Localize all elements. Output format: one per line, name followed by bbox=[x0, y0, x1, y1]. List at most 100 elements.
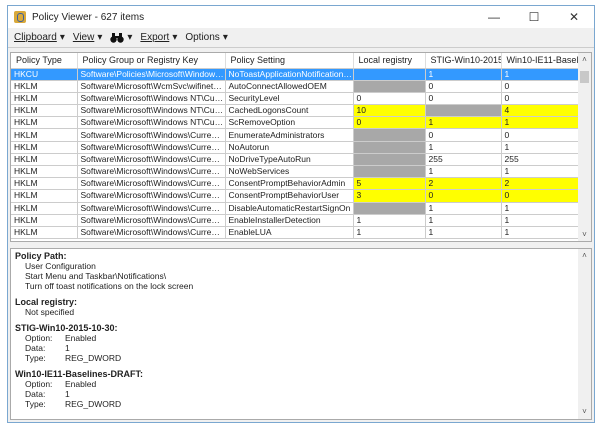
local-registry-cell bbox=[353, 153, 425, 165]
local-registry-cell: 5 bbox=[353, 178, 425, 190]
local-registry-label: Local registry: bbox=[15, 297, 587, 307]
column-header-stig[interactable]: STIG-Win10-2015-10-30 bbox=[425, 53, 501, 68]
options-menu[interactable]: Options▾ bbox=[185, 32, 228, 43]
table-row[interactable]: HKLMSoftware\Microsoft\Windows NT\Curren… bbox=[11, 117, 579, 129]
maximize-button[interactable]: ☐ bbox=[514, 10, 554, 24]
local-registry-value: Not specified bbox=[15, 307, 587, 317]
stig-cell: 1 bbox=[425, 68, 501, 80]
registry-key-cell: Software\Policies\Microsoft\Windows\Curr… bbox=[77, 68, 225, 80]
local-registry-cell bbox=[353, 202, 425, 214]
table-row[interactable]: HKLMSoftware\Microsoft\Windows\CurrentVe… bbox=[11, 226, 579, 238]
title-bar: Policy Viewer - 627 items — ☐ ✕ bbox=[8, 6, 594, 28]
table-row[interactable]: HKCUSoftware\Policies\Microsoft\Windows\… bbox=[11, 68, 579, 80]
details-scrollbar[interactable]: ˄ ˅ bbox=[578, 249, 591, 419]
win10-baseline-label: Win10-IE11-Baselines-DRAFT: bbox=[15, 369, 587, 379]
stig-cell: 0 bbox=[425, 92, 501, 104]
policy-type-cell: HKLM bbox=[11, 129, 77, 141]
local-registry-cell bbox=[353, 166, 425, 178]
minimize-button[interactable]: — bbox=[474, 10, 514, 24]
table-row[interactable]: HKLMSoftware\Microsoft\Windows\CurrentVe… bbox=[11, 190, 579, 202]
registry-key-cell: Software\Microsoft\Windows\CurrentVersio… bbox=[77, 153, 225, 165]
policy-setting-cell: SecurityLevel bbox=[225, 92, 353, 104]
win10-baseline-cell: 1 bbox=[501, 226, 579, 238]
policy-type-cell: HKLM bbox=[11, 92, 77, 104]
policy-setting-cell: NoAutorun bbox=[225, 141, 353, 153]
scroll-down-icon[interactable]: ˅ bbox=[578, 230, 591, 239]
stig-cell: 255 bbox=[425, 153, 501, 165]
policy-type-cell: HKLM bbox=[11, 105, 77, 117]
policy-type-cell: HKLM bbox=[11, 166, 77, 178]
local-registry-cell: 1 bbox=[353, 214, 425, 226]
stig-cell: 0 bbox=[425, 190, 501, 202]
local-registry-cell bbox=[353, 129, 425, 141]
stig-cell: 0 bbox=[425, 129, 501, 141]
policy-type-cell: HKLM bbox=[11, 153, 77, 165]
policy-path-line: User Configuration bbox=[15, 261, 587, 271]
win10-baseline-cell: 1 bbox=[501, 117, 579, 129]
policy-setting-cell: ScRemoveOption bbox=[225, 117, 353, 129]
registry-key-cell: Software\Microsoft\Windows NT\CurrentVer… bbox=[77, 105, 225, 117]
binoculars-icon bbox=[110, 32, 124, 43]
details-pane: Policy Path: User Configuration Start Me… bbox=[10, 248, 592, 420]
win10-baseline-cell: 1 bbox=[501, 141, 579, 153]
policy-setting-cell: CachedLogonsCount bbox=[225, 105, 353, 117]
stig-data: Data:1 bbox=[15, 343, 587, 353]
win10-option: Option:Enabled bbox=[15, 379, 587, 389]
table-row[interactable]: HKLMSoftware\Microsoft\Windows\CurrentVe… bbox=[11, 166, 579, 178]
policy-viewer-window: Policy Viewer - 627 items — ☐ ✕ Clipboar… bbox=[7, 5, 595, 423]
find-menu[interactable]: ▾ bbox=[110, 32, 132, 43]
win10-data: Data:1 bbox=[15, 389, 587, 399]
scroll-thumb[interactable] bbox=[580, 71, 589, 83]
clipboard-menu[interactable]: Clipboard▾ bbox=[14, 32, 65, 43]
scroll-up-icon[interactable]: ˄ bbox=[578, 251, 591, 261]
column-header-registry-key[interactable]: Policy Group or Registry Key bbox=[77, 53, 225, 68]
local-registry-cell: 3 bbox=[353, 190, 425, 202]
scroll-up-icon[interactable]: ˄ bbox=[578, 55, 591, 64]
table-row[interactable]: HKLMSoftware\Microsoft\Windows NT\Curren… bbox=[11, 105, 579, 117]
view-menu[interactable]: View▾ bbox=[73, 32, 103, 43]
policy-type-cell: HKLM bbox=[11, 80, 77, 92]
close-button[interactable]: ✕ bbox=[554, 10, 594, 24]
win10-baseline-cell: 1 bbox=[501, 68, 579, 80]
column-header-local-registry[interactable]: Local registry bbox=[353, 53, 425, 68]
policy-setting-cell: ConsentPromptBehaviorAdmin bbox=[225, 178, 353, 190]
chevron-down-icon: ▾ bbox=[127, 32, 132, 43]
table-row[interactable]: HKLMSoftware\Microsoft\Windows\CurrentVe… bbox=[11, 141, 579, 153]
stig-option: Option:Enabled bbox=[15, 333, 587, 343]
win10-baseline-cell: 0 bbox=[501, 80, 579, 92]
table-row[interactable]: HKLMSoftware\Microsoft\Windows\CurrentVe… bbox=[11, 178, 579, 190]
win10-baseline-cell: 2 bbox=[501, 178, 579, 190]
win10-baseline-cell: 4 bbox=[501, 105, 579, 117]
registry-key-cell: Software\Microsoft\Windows\CurrentVersio… bbox=[77, 190, 225, 202]
table-row[interactable]: HKLMSoftware\Microsoft\Windows NT\Curren… bbox=[11, 92, 579, 104]
win10-baseline-cell: 1 bbox=[501, 214, 579, 226]
policy-type-cell: HKLM bbox=[11, 141, 77, 153]
table-row[interactable]: HKLMSoftware\Microsoft\WcmSvc\wifinetwor… bbox=[11, 80, 579, 92]
win10-baseline-cell: 0 bbox=[501, 92, 579, 104]
toolbar: Clipboard▾ View▾ ▾ Export▾ Options▾ bbox=[8, 28, 594, 48]
scroll-down-icon[interactable]: ˅ bbox=[578, 407, 591, 417]
table-row[interactable]: HKLMSoftware\Microsoft\Windows\CurrentVe… bbox=[11, 202, 579, 214]
registry-key-cell: Software\Microsoft\Windows\CurrentVersio… bbox=[77, 178, 225, 190]
policy-table: Policy Type Policy Group or Registry Key… bbox=[10, 52, 592, 242]
table-row[interactable]: HKLMSoftware\Microsoft\Windows\CurrentVe… bbox=[11, 214, 579, 226]
stig-cell: 1 bbox=[425, 117, 501, 129]
policy-type-cell: HKCU bbox=[11, 68, 77, 80]
registry-key-cell: Software\Microsoft\Windows\CurrentVersio… bbox=[77, 202, 225, 214]
column-header-policy-setting[interactable]: Policy Setting bbox=[225, 53, 353, 68]
local-registry-cell bbox=[353, 80, 425, 92]
column-header-win10-baseline[interactable]: Win10-IE11-Baselines-DRAFT bbox=[501, 53, 579, 68]
column-header-policy-type[interactable]: Policy Type bbox=[11, 53, 77, 68]
stig-cell: 1 bbox=[425, 166, 501, 178]
table-row[interactable]: HKLMSoftware\Microsoft\Windows\CurrentVe… bbox=[11, 153, 579, 165]
policy-type-cell: HKLM bbox=[11, 214, 77, 226]
table-scrollbar[interactable]: ˄ ˅ bbox=[578, 53, 591, 241]
policy-setting-cell: NoWebServices bbox=[225, 166, 353, 178]
policy-setting-cell: ConsentPromptBehaviorUser bbox=[225, 190, 353, 202]
window-title: Policy Viewer - 627 items bbox=[32, 12, 144, 23]
chevron-down-icon: ▾ bbox=[172, 32, 177, 43]
table-row[interactable]: HKLMSoftware\Microsoft\Windows\CurrentVe… bbox=[11, 129, 579, 141]
policy-setting-cell: EnableInstallerDetection bbox=[225, 214, 353, 226]
export-menu[interactable]: Export▾ bbox=[140, 32, 177, 43]
stig-cell: 1 bbox=[425, 214, 501, 226]
